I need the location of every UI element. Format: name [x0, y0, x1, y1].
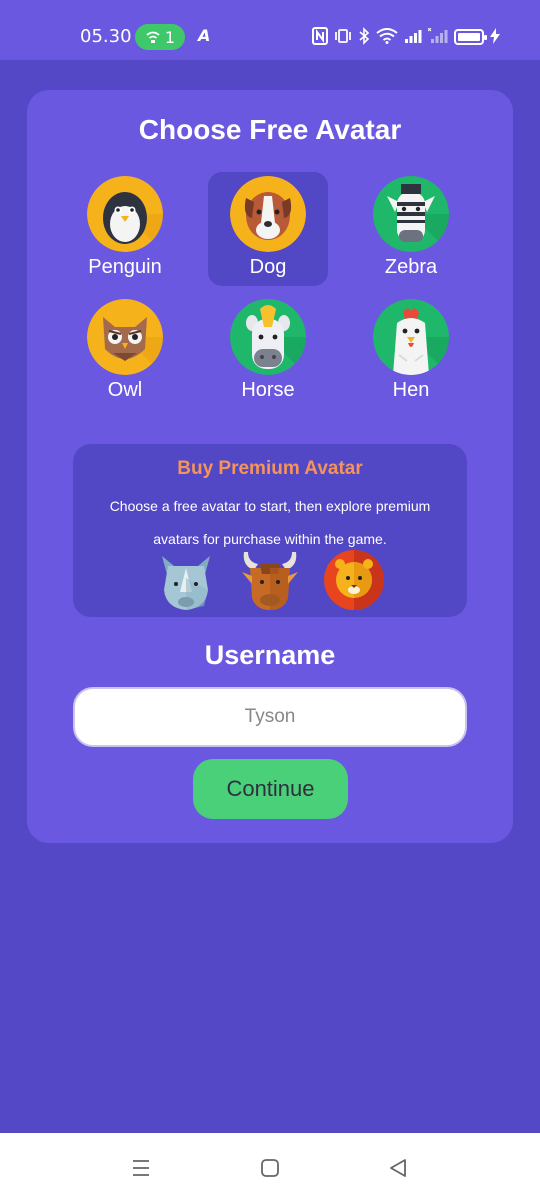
premium-title: Buy Premium Avatar [177, 458, 363, 479]
avatar-label-zebra: Zebra [384, 256, 438, 278]
zebra-icon [373, 176, 449, 252]
owl-icon [87, 299, 163, 375]
avatar-label-horse: Horse [241, 379, 295, 401]
avatar-label-owl: Owl [107, 379, 143, 401]
hotspot-count: 1 [164, 27, 176, 47]
vibrate-icon [334, 28, 352, 47]
avatar-option-zebra[interactable]: Zebra [351, 172, 471, 286]
charging-icon [490, 27, 500, 47]
status-bar: 05.30 1 A [0, 0, 540, 60]
avatar-label-hen: Hen [392, 379, 430, 401]
rhino-icon [154, 548, 218, 612]
status-time: 05.30 [80, 26, 132, 47]
dog-icon [230, 176, 306, 252]
hotspot-icon [146, 31, 160, 43]
home-icon[interactable] [255, 1153, 285, 1183]
avatar-option-hen[interactable]: Hen [351, 295, 471, 409]
username-label: Username [204, 640, 336, 670]
lion-icon [322, 548, 386, 612]
signal-2-icon [427, 27, 448, 47]
horse-icon [230, 299, 306, 375]
menu-icon[interactable] [126, 1153, 156, 1183]
continue-button[interactable]: Continue [193, 759, 348, 819]
signal-icon [404, 28, 422, 47]
avatar-option-owl[interactable]: Owl [65, 295, 185, 409]
system-nav-bar [0, 1133, 540, 1200]
bluetooth-icon [358, 26, 370, 48]
battery-icon [454, 29, 487, 45]
username-input[interactable] [73, 687, 467, 747]
back-icon[interactable] [383, 1153, 413, 1183]
bull-icon [238, 548, 302, 612]
hen-icon [373, 299, 449, 375]
penguin-icon [87, 176, 163, 252]
avatar-option-penguin[interactable]: Penguin [65, 172, 185, 286]
avatar-card: Choose Free Avatar Penguin Dog Zebra Owl… [27, 90, 513, 843]
nfc-icon [312, 26, 328, 48]
app-indicator-icon: A [198, 26, 211, 45]
avatar-option-horse[interactable]: Horse [208, 295, 328, 409]
avatar-label-penguin: Penguin [88, 256, 162, 278]
avatar-option-dog[interactable]: Dog [208, 172, 328, 286]
hotspot-badge: 1 [135, 24, 185, 50]
premium-description: Choose a free avatar to start, then expl… [109, 498, 431, 547]
wifi-icon [376, 27, 398, 47]
avatar-label-dog: Dog [249, 256, 287, 278]
page-title: Choose Free Avatar [138, 114, 402, 145]
premium-panel: Buy Premium Avatar Choose a free avatar … [73, 444, 467, 617]
